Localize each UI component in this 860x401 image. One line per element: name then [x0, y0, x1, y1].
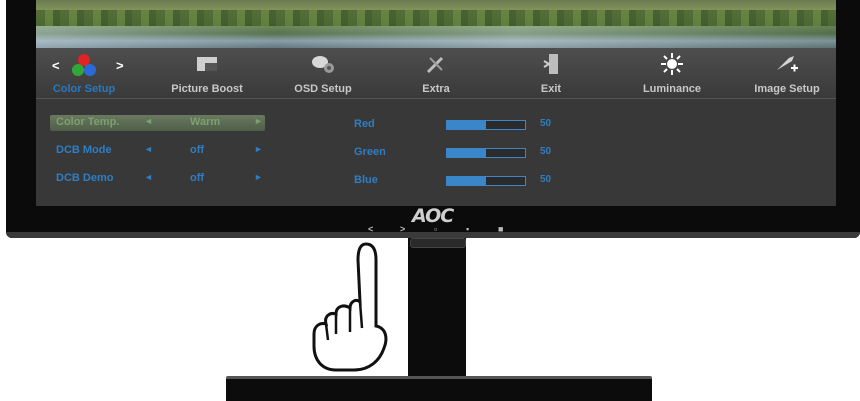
- setting-name: DCB Mode: [56, 144, 112, 156]
- color-name: Green: [354, 146, 386, 158]
- monitor-stand-base: [226, 376, 652, 401]
- front-key-right[interactable]: >: [400, 225, 405, 234]
- menu-item-color-setup[interactable]: Color Setup: [44, 48, 124, 98]
- front-key-menu[interactable]: ▫: [434, 225, 437, 234]
- color-value: 50: [540, 174, 552, 185]
- setting-row-dcb-demo[interactable]: DCB Demo ◄ off ►: [50, 171, 265, 187]
- menu-item-exit[interactable]: Exit: [526, 48, 576, 98]
- menu-item-label: Picture Boost: [171, 83, 243, 95]
- setting-value: Warm: [190, 116, 221, 128]
- setting-row-dcb-mode[interactable]: DCB Mode ◄ off ►: [50, 143, 265, 159]
- decrease-arrow[interactable]: ◄: [144, 116, 153, 126]
- decrease-arrow[interactable]: ◄: [144, 144, 153, 154]
- menu-item-label: OSD Setup: [294, 83, 352, 95]
- luminance-sun-icon: [660, 52, 684, 81]
- increase-arrow[interactable]: ►: [254, 172, 263, 182]
- osd-setup-icon: [310, 52, 336, 81]
- color-level-bar[interactable]: [446, 176, 526, 186]
- menu-item-picture-boost[interactable]: Picture Boost: [162, 48, 252, 98]
- picture-boost-icon: [195, 52, 219, 79]
- increase-arrow[interactable]: ►: [254, 144, 263, 154]
- color-name: Red: [354, 118, 375, 130]
- extra-tools-icon: [424, 52, 448, 81]
- menu-item-label: Color Setup: [52, 83, 116, 95]
- menu-item-luminance[interactable]: Luminance: [632, 48, 712, 98]
- color-level-bar[interactable]: [446, 120, 526, 130]
- setting-row-color-temp[interactable]: Color Temp. ◄ Warm ►: [50, 115, 265, 131]
- settings-panel: Color Temp. ◄ Warm ► DCB Mode ◄ off ► DC…: [36, 98, 836, 206]
- menu-item-osd-setup[interactable]: OSD Setup: [282, 48, 364, 98]
- brand-logo: AOC: [412, 205, 454, 227]
- increase-arrow[interactable]: ►: [254, 116, 263, 126]
- setting-value: off: [190, 172, 205, 184]
- color-level-bar[interactable]: [446, 148, 526, 158]
- color-value: 50: [540, 146, 552, 157]
- setting-value: off: [190, 144, 205, 156]
- menu-item-label: Exit: [540, 83, 562, 95]
- menu-item-image-setup[interactable]: Image Setup: [744, 48, 830, 98]
- menu-item-extra[interactable]: Extra: [406, 48, 466, 98]
- front-key-source[interactable]: ▪: [466, 225, 469, 234]
- front-key-power[interactable]: ■: [498, 225, 503, 234]
- color-value: 50: [540, 118, 552, 129]
- osd-menu-bar: < > Color Setup Picture Boost OSD Setup …: [36, 48, 836, 98]
- color-name: Blue: [354, 174, 378, 186]
- pointing-hand-icon: [300, 236, 390, 381]
- decrease-arrow[interactable]: ◄: [144, 172, 153, 182]
- menu-item-label: Luminance: [642, 83, 702, 95]
- exit-door-icon: [541, 52, 561, 81]
- image-setup-icon: [774, 52, 800, 81]
- desktop-wallpaper: [36, 0, 836, 48]
- front-key-left[interactable]: <: [368, 225, 373, 234]
- monitor-screen: < > Color Setup Picture Boost OSD Setup …: [36, 0, 836, 206]
- monitor-stand-neck: [408, 238, 466, 380]
- menu-item-label: Extra: [422, 83, 450, 95]
- setting-name: Color Temp.: [56, 116, 120, 128]
- setting-name: DCB Demo: [56, 172, 114, 184]
- color-setup-icon: [69, 52, 99, 83]
- menu-item-label: Image Setup: [754, 83, 820, 95]
